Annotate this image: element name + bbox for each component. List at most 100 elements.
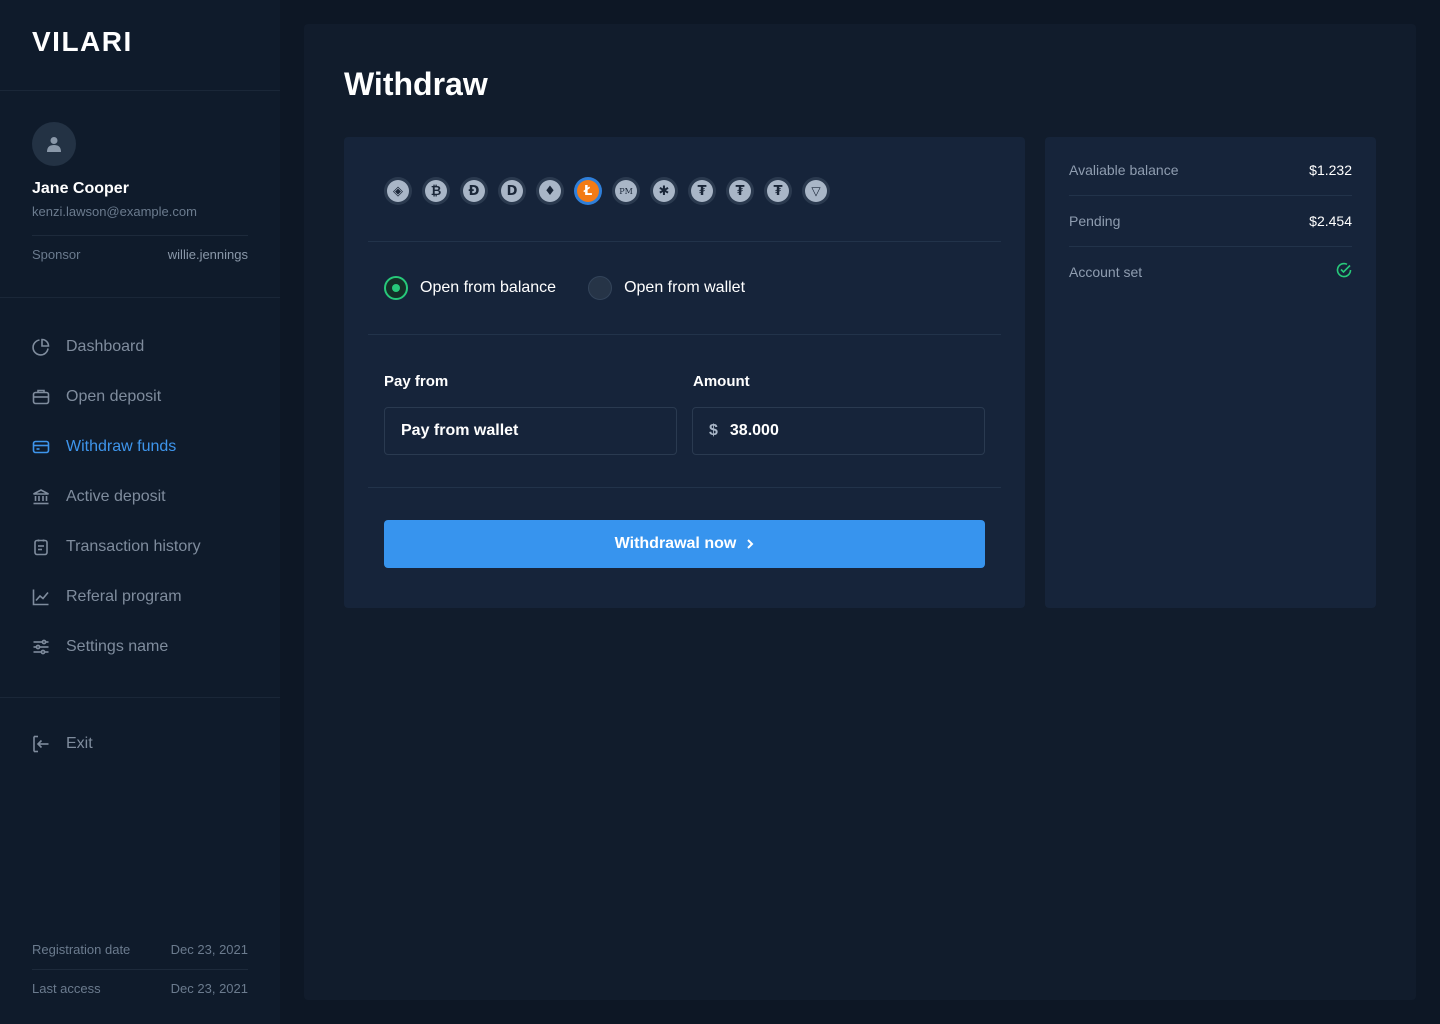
bank-icon xyxy=(32,488,50,506)
line-chart-icon xyxy=(32,588,50,606)
account-set-label: Account set xyxy=(1069,263,1143,280)
sidebar-item-active-deposit[interactable]: Active deposit xyxy=(0,472,280,522)
pending-row: Pending $2.454 xyxy=(1069,195,1352,246)
sidebar-item-settings[interactable]: Settings name xyxy=(0,622,280,672)
account-set-row: Account set xyxy=(1069,246,1352,297)
radio-label: Open from wallet xyxy=(624,279,746,296)
coin-ethereum[interactable]: ♦ xyxy=(536,177,564,205)
withdrawal-now-button[interactable]: Withdrawal now xyxy=(384,520,985,568)
divider xyxy=(368,241,1001,242)
coin-tether-1[interactable]: ₮ xyxy=(688,177,716,205)
available-balance-label: Avaliable balance xyxy=(1069,161,1179,178)
dogecoin-icon: D xyxy=(501,180,523,202)
tether-icon: ₮ xyxy=(729,180,751,202)
registration-value: Dec 23, 2021 xyxy=(170,942,248,957)
amount-value: 38.000 xyxy=(729,422,779,439)
sidebar-item-label: Dashboard xyxy=(66,338,145,355)
bitcoin-icon: ₿ xyxy=(425,180,447,202)
coin-binance[interactable]: ◈ xyxy=(384,177,412,205)
divider xyxy=(368,487,1001,488)
last-access-label: Last access xyxy=(32,981,101,996)
currency-symbol: $ xyxy=(709,422,718,439)
sponsor-label: Sponsor xyxy=(32,247,81,262)
coin-perfect-money[interactable]: PM xyxy=(612,177,640,205)
sidebar-item-label: Withdraw funds xyxy=(66,438,177,455)
withdraw-card: ◈ ₿ Ɖ D ♦ Ł PM ✱ ₮ ₮ ₮ ▽ Open from balan… xyxy=(344,137,1025,608)
divider xyxy=(0,697,280,698)
sidebar: VILARI Jane Cooper kenzi.lawson@example.… xyxy=(0,0,280,1024)
tron-icon: ▽ xyxy=(805,180,827,202)
app: VILARI Jane Cooper kenzi.lawson@example.… xyxy=(0,0,1440,1024)
sidebar-item-withdraw-funds[interactable]: Withdraw funds xyxy=(0,422,280,472)
radio-unchecked-icon xyxy=(588,276,613,300)
sliders-icon xyxy=(32,638,50,656)
pay-from-label: Pay from xyxy=(384,373,449,390)
radio-label: Open from balance xyxy=(420,279,557,296)
tether-icon: ₮ xyxy=(767,180,789,202)
divider xyxy=(32,969,248,970)
user-icon xyxy=(47,137,61,152)
divider xyxy=(368,334,1001,335)
perfect-money-icon: PM xyxy=(615,180,637,202)
divider xyxy=(0,297,280,298)
dash-icon: Ɖ xyxy=(463,180,485,202)
user-email: kenzi.lawson@example.com xyxy=(32,204,197,219)
sidebar-item-label: Active deposit xyxy=(66,488,166,505)
coin-tether-2[interactable]: ₮ xyxy=(726,177,754,205)
open-from-wallet-radio[interactable]: Open from wallet xyxy=(588,276,745,300)
coin-tether-3[interactable]: ₮ xyxy=(764,177,792,205)
coin-litecoin[interactable]: Ł xyxy=(574,177,602,205)
source-options: Open from balance Open from wallet xyxy=(384,276,777,300)
ethereum-icon: ♦ xyxy=(539,180,561,202)
last-access-value: Dec 23, 2021 xyxy=(170,981,248,996)
open-from-balance-radio[interactable]: Open from balance xyxy=(384,276,556,300)
amount-label: Amount xyxy=(693,373,750,390)
sidebar-nav: Dashboard Open deposit Withdraw funds Ac… xyxy=(0,322,280,672)
clipboard-icon xyxy=(32,538,50,556)
credit-card-icon xyxy=(32,438,50,456)
available-balance-row: Avaliable balance $1.232 xyxy=(1069,144,1352,195)
exit-button[interactable]: Exit xyxy=(32,735,93,753)
pie-chart-icon xyxy=(32,338,50,356)
sidebar-item-transaction-history[interactable]: Transaction history xyxy=(0,522,280,572)
briefcase-icon xyxy=(32,388,50,406)
sidebar-item-label: Settings name xyxy=(66,638,169,655)
pay-from-select[interactable]: Pay from wallet xyxy=(384,407,677,455)
main-panel: Withdraw ◈ ₿ Ɖ D ♦ Ł PM ✱ ₮ ₮ ₮ ▽ Open f… xyxy=(304,24,1416,1000)
page-title: Withdraw xyxy=(344,66,488,102)
button-label: Withdrawal now xyxy=(614,535,737,552)
chevron-right-icon xyxy=(746,538,754,550)
pending-label: Pending xyxy=(1069,212,1121,229)
user-name: Jane Cooper xyxy=(32,180,129,197)
registration-label: Registration date xyxy=(32,942,131,957)
registration-row: Registration date Dec 23, 2021 xyxy=(32,942,248,957)
sidebar-item-referal-program[interactable]: Referal program xyxy=(0,572,280,622)
divider xyxy=(32,235,248,236)
balance-summary-card: Avaliable balance $1.232 Pending $2.454 … xyxy=(1045,137,1376,608)
pay-from-value: Pay from wallet xyxy=(401,422,519,439)
divider xyxy=(0,90,280,91)
last-access-row: Last access Dec 23, 2021 xyxy=(32,981,248,996)
binance-icon: ◈ xyxy=(387,180,409,202)
coin-dash[interactable]: Ɖ xyxy=(460,177,488,205)
sponsor-row: Sponsor willie.jennings xyxy=(32,247,248,262)
logout-icon xyxy=(32,735,50,753)
amount-input[interactable]: $ 38.000 xyxy=(692,407,985,455)
sidebar-item-label: Referal program xyxy=(66,588,182,605)
avatar[interactable] xyxy=(32,122,76,166)
coin-dogecoin[interactable]: D xyxy=(498,177,526,205)
sidebar-item-open-deposit[interactable]: Open deposit xyxy=(0,372,280,422)
sponsor-value: willie.jennings xyxy=(167,247,248,262)
coin-ripple[interactable]: ✱ xyxy=(650,177,678,205)
brand-logo[interactable]: VILARI xyxy=(32,26,133,58)
exit-label: Exit xyxy=(66,735,93,752)
sidebar-item-dashboard[interactable]: Dashboard xyxy=(0,322,280,372)
pending-value: $2.454 xyxy=(1309,212,1352,229)
ripple-icon: ✱ xyxy=(653,180,675,202)
sidebar-item-label: Open deposit xyxy=(66,388,162,405)
coin-selector: ◈ ₿ Ɖ D ♦ Ł PM ✱ ₮ ₮ ₮ ▽ xyxy=(384,177,830,205)
coin-bitcoin[interactable]: ₿ xyxy=(422,177,450,205)
coin-tron[interactable]: ▽ xyxy=(802,177,830,205)
litecoin-icon: Ł xyxy=(577,180,599,202)
available-balance-value: $1.232 xyxy=(1309,161,1352,178)
